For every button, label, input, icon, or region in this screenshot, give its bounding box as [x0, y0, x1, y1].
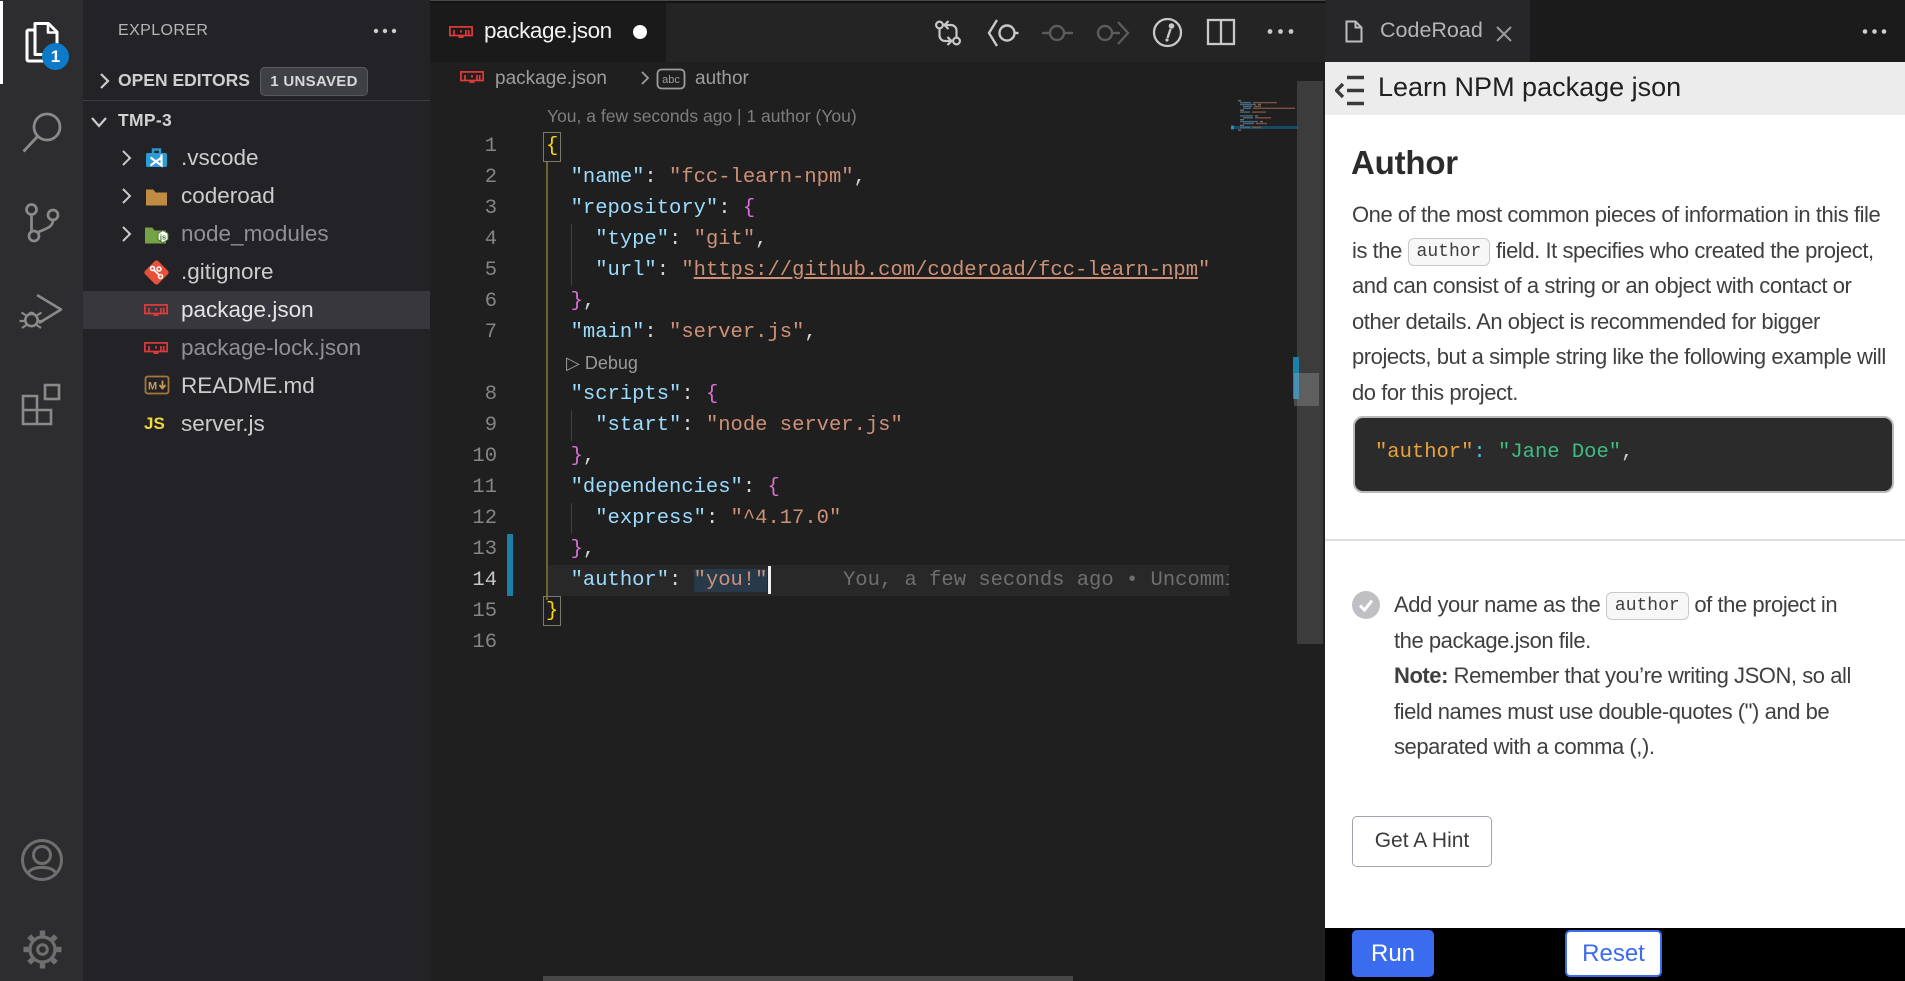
svg-text:abc: abc: [662, 74, 680, 86]
svg-text:js: js: [159, 233, 166, 242]
svg-text:M: M: [148, 381, 157, 393]
